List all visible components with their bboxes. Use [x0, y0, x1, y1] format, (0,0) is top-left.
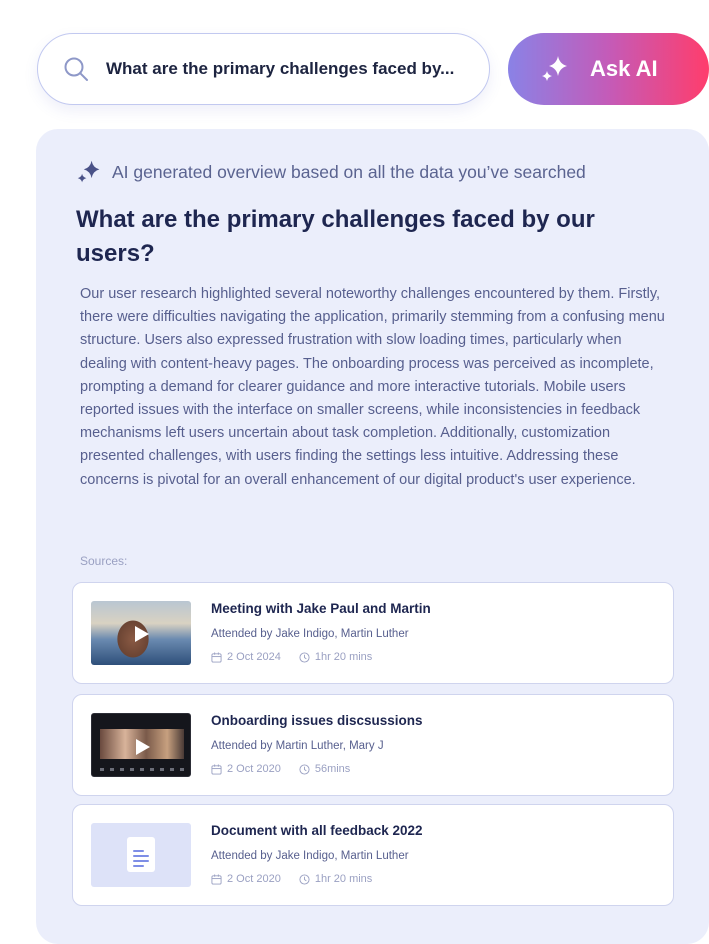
- overview-header: AI generated overview based on all the d…: [76, 159, 586, 185]
- overview-header-text: AI generated overview based on all the d…: [112, 161, 586, 182]
- source-meta: 2 Oct 2020 1hr 20 mins: [211, 873, 372, 885]
- source-card[interactable]: Onboarding issues discsussions Attended …: [72, 694, 674, 796]
- calendar-icon: [211, 651, 222, 663]
- source-date: 2 Oct 2024: [227, 651, 281, 663]
- video-thumbnail[interactable]: [91, 713, 191, 777]
- source-card[interactable]: Document with all feedback 2022 Attended…: [72, 804, 674, 906]
- source-title[interactable]: Meeting with Jake Paul and Martin: [211, 601, 431, 616]
- ai-overview-panel: AI generated overview based on all the d…: [36, 129, 709, 944]
- document-thumbnail[interactable]: [91, 823, 191, 887]
- search-icon: [64, 57, 88, 81]
- ask-ai-label: Ask AI: [590, 56, 658, 81]
- play-icon[interactable]: [135, 738, 151, 756]
- source-title[interactable]: Onboarding issues discsussions: [211, 713, 423, 728]
- source-attendees: Attended by Jake Indigo, Martin Luther: [211, 850, 409, 862]
- play-icon[interactable]: [134, 625, 150, 643]
- source-attendees: Attended by Martin Luther, Mary J: [211, 740, 384, 752]
- source-card[interactable]: Meeting with Jake Paul and Martin Attend…: [72, 582, 674, 684]
- source-duration: 1hr 20 mins: [314, 873, 373, 885]
- source-date: 2 Oct 2020: [227, 763, 281, 775]
- video-controls: [100, 768, 184, 771]
- sources-label: Sources:: [80, 554, 128, 568]
- source-duration: 56mins: [314, 763, 351, 775]
- search-input[interactable]: What are the primary challenges faced by…: [106, 59, 454, 79]
- source-meta: 2 Oct 2024 1hr 20 mins: [211, 651, 372, 663]
- video-thumbnail[interactable]: [91, 601, 191, 665]
- source-meta: 2 Oct 2020 56mins: [211, 763, 350, 775]
- clock-icon: [299, 763, 310, 775]
- sparkle-icon: [542, 56, 567, 81]
- calendar-icon: [211, 873, 222, 885]
- source-title[interactable]: Document with all feedback 2022: [211, 823, 423, 838]
- calendar-icon: [211, 763, 222, 775]
- clock-icon: [299, 651, 310, 663]
- sparkle-icon: [77, 160, 100, 183]
- source-duration: 1hr 20 mins: [314, 651, 373, 663]
- clock-icon: [299, 873, 310, 885]
- ask-ai-button[interactable]: Ask AI: [508, 33, 709, 105]
- document-icon: [127, 837, 155, 872]
- search-bar[interactable]: What are the primary challenges faced by…: [37, 33, 490, 105]
- answer-text: Our user research highlighted several no…: [80, 286, 665, 488]
- source-attendees: Attended by Jake Indigo, Martin Luther: [211, 628, 409, 640]
- question-title: What are the primary challenges faced by…: [76, 206, 595, 267]
- source-date: 2 Oct 2020: [227, 873, 281, 885]
